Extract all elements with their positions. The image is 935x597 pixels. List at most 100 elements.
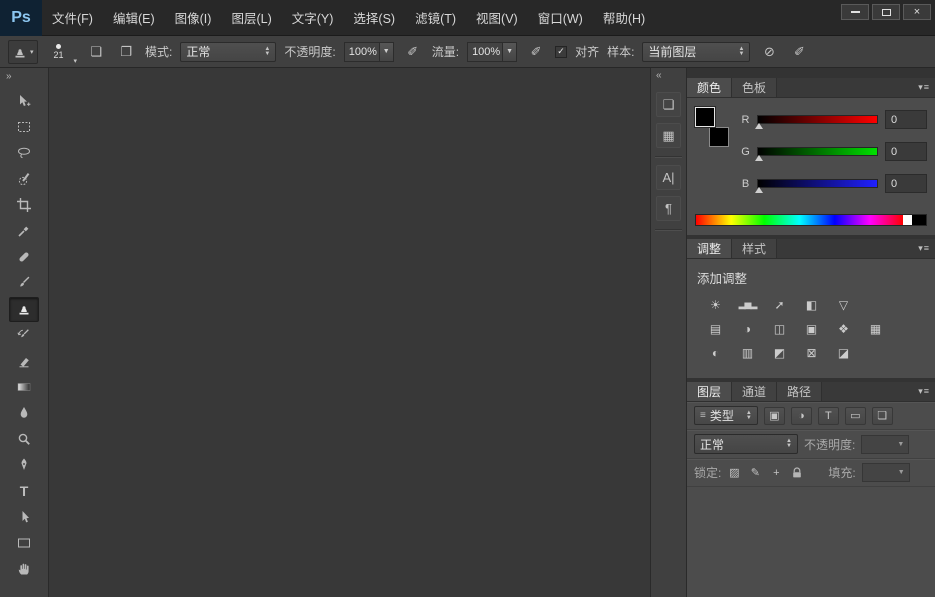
spectrum-white-swatch[interactable] (903, 215, 912, 225)
lasso-tool[interactable] (9, 141, 39, 166)
filter-smart-objects-button[interactable]: ❏ (872, 407, 893, 425)
photo-filter-button[interactable]: ▣ (801, 320, 822, 337)
menu-view[interactable]: 视图(V) (466, 0, 528, 36)
filter-adjustment-layers-button[interactable]: ◑ (791, 407, 812, 425)
tab-paths[interactable]: 路径 (777, 382, 822, 401)
menu-help[interactable]: 帮助(H) (593, 0, 655, 36)
paragraph-panel-button[interactable]: ¶ (656, 196, 681, 221)
vibrance-button[interactable]: ▽ (833, 296, 854, 313)
align-checkbox[interactable]: ✓ (555, 46, 567, 58)
menu-type[interactable]: 文字(Y) (282, 0, 344, 36)
sample-select[interactable]: 当前图层 ▲▼ (642, 42, 750, 62)
levels-button[interactable]: ▂▅▂ (737, 296, 758, 313)
curves-button[interactable]: ➚ (769, 296, 790, 313)
airbrush-toggle-button[interactable]: ✐ (525, 41, 547, 63)
threshold-button[interactable]: ◩ (769, 344, 790, 361)
color-spectrum-ramp[interactable] (695, 214, 927, 226)
menu-file[interactable]: 文件(F) (42, 0, 103, 36)
toolbar-collapse-button[interactable]: » (0, 68, 18, 88)
layer-blend-mode-select[interactable]: 正常 ▲▼ (694, 434, 798, 454)
gradient-map-button[interactable]: ◪ (833, 344, 854, 361)
opacity-input[interactable]: 100% (344, 42, 380, 62)
panel-menu-icon[interactable]: ▾≡ (913, 239, 935, 258)
character-panel-button[interactable]: A| (656, 165, 681, 190)
blue-slider-thumb[interactable] (755, 187, 763, 193)
layer-fill-input[interactable]: ▼ (862, 463, 910, 482)
red-slider-thumb[interactable] (755, 123, 763, 129)
close-button[interactable]: × (903, 4, 931, 20)
filter-shape-layers-button[interactable]: ▭ (845, 407, 866, 425)
eyedropper-tool[interactable] (9, 219, 39, 244)
green-slider-thumb[interactable] (755, 155, 763, 161)
panel-menu-icon[interactable]: ▾≡ (913, 78, 935, 97)
tab-styles[interactable]: 样式 (732, 239, 777, 258)
crop-tool[interactable] (9, 193, 39, 218)
blue-slider[interactable] (757, 179, 878, 188)
layer-filter-kind-select[interactable]: ≡ 类型 ▲▼ (694, 406, 758, 425)
tool-preset-picker[interactable]: ▾ (8, 40, 38, 64)
tablet-pressure-opacity-button[interactable]: ✐ (402, 41, 424, 63)
color-lookup-button[interactable]: ▦ (865, 320, 886, 337)
rectangular-marquee-tool[interactable] (9, 115, 39, 140)
blur-tool[interactable] (9, 401, 39, 426)
filter-pixel-layers-button[interactable]: ▣ (764, 407, 785, 425)
blue-value-input[interactable]: 0 (885, 174, 927, 193)
green-slider[interactable] (757, 147, 878, 156)
lock-image-pixels-button[interactable]: ✎ (748, 466, 762, 479)
flow-dropdown-button[interactable]: ▼ (503, 42, 517, 62)
black-white-button[interactable]: ◫ (769, 320, 790, 337)
pen-tool[interactable] (9, 453, 39, 478)
opacity-dropdown-button[interactable]: ▼ (380, 42, 394, 62)
path-selection-tool[interactable] (9, 505, 39, 530)
spectrum-gradient[interactable] (696, 215, 903, 225)
green-value-input[interactable]: 0 (885, 142, 927, 161)
tab-adjustments[interactable]: 调整 (687, 239, 732, 258)
menu-select[interactable]: 选择(S) (343, 0, 405, 36)
layers-list-empty-area[interactable] (687, 487, 935, 597)
document-canvas[interactable] (49, 68, 650, 597)
menu-window[interactable]: 窗口(W) (528, 0, 593, 36)
panel-menu-icon[interactable]: ▾≡ (913, 382, 935, 401)
posterize-button[interactable]: ▥ (737, 344, 758, 361)
color-balance-button[interactable]: ◑ (737, 320, 758, 337)
spectrum-black-swatch[interactable] (912, 215, 926, 225)
lock-position-button[interactable]: + (769, 467, 783, 479)
minimize-button[interactable] (841, 4, 869, 20)
toggle-clone-source-panel-button[interactable]: ❐ (115, 41, 137, 63)
quick-selection-tool[interactable] (9, 167, 39, 192)
selective-color-button[interactable]: ⊠ (801, 344, 822, 361)
move-tool[interactable] (9, 89, 39, 114)
history-brush-tool[interactable] (9, 323, 39, 348)
horizontal-type-tool[interactable]: T (9, 479, 39, 504)
maximize-button[interactable] (872, 4, 900, 20)
channel-mixer-button[interactable]: ❖ (833, 320, 854, 337)
toggle-brush-panel-button[interactable]: ❏ (85, 41, 107, 63)
ignore-adjustment-layers-button[interactable]: ⊘ (758, 41, 780, 63)
red-value-input[interactable]: 0 (885, 110, 927, 129)
dodge-tool[interactable] (9, 427, 39, 452)
hand-tool[interactable] (9, 557, 39, 582)
blend-mode-select[interactable]: 正常 ▲▼ (180, 42, 276, 62)
layer-opacity-input[interactable]: ▼ (861, 435, 909, 454)
tablet-pressure-size-button[interactable]: ✐ (788, 41, 810, 63)
hue-saturation-button[interactable]: ▤ (705, 320, 726, 337)
spot-healing-brush-tool[interactable] (9, 245, 39, 270)
menu-image[interactable]: 图像(I) (165, 0, 222, 36)
brush-tool[interactable] (9, 271, 39, 296)
tab-swatches[interactable]: 色板 (732, 78, 777, 97)
dock-expand-button[interactable]: « (651, 68, 667, 89)
collapsed-panel-button-2[interactable]: ▦ (656, 123, 681, 148)
menu-layer[interactable]: 图层(L) (221, 0, 281, 36)
lock-transparent-pixels-button[interactable]: ▨ (727, 466, 741, 479)
menu-edit[interactable]: 编辑(E) (103, 0, 165, 36)
collapsed-panel-button-1[interactable]: ❏ (656, 92, 681, 117)
menu-filter[interactable]: 滤镜(T) (405, 0, 466, 36)
background-color-swatch[interactable] (709, 127, 729, 147)
red-slider[interactable] (757, 115, 878, 124)
tab-layers[interactable]: 图层 (687, 382, 732, 401)
gradient-tool[interactable] (9, 375, 39, 400)
tab-color[interactable]: 颜色 (687, 78, 732, 97)
exposure-button[interactable]: ◧ (801, 296, 822, 313)
filter-type-layers-button[interactable]: T (818, 407, 839, 425)
rectangle-tool[interactable] (9, 531, 39, 556)
